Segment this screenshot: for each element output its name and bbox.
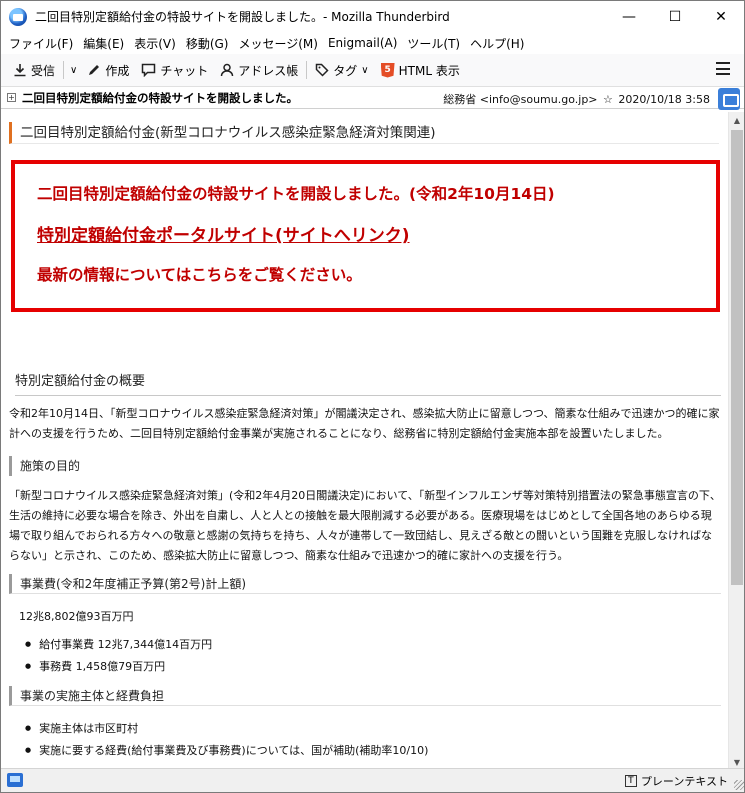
- chat-bubble-icon: [141, 63, 156, 77]
- tag-icon: [315, 63, 329, 77]
- menu-go[interactable]: 移動(G): [181, 35, 234, 52]
- thunderbird-logo-icon: [9, 7, 27, 26]
- tag-button[interactable]: タグ ∨: [309, 57, 374, 83]
- maximize-button[interactable]: ☐: [652, 1, 698, 32]
- menu-help[interactable]: ヘルプ(H): [465, 35, 529, 52]
- menu-view[interactable]: 表示(V): [129, 35, 181, 52]
- toolbar-separator: [306, 61, 308, 79]
- list-item: 事務費 1,458億79百万円: [25, 658, 165, 674]
- entity-heading: 事業の実施主体と経費負担: [9, 686, 721, 706]
- write-button[interactable]: 作成: [81, 57, 135, 83]
- expand-header-icon[interactable]: +: [7, 93, 16, 102]
- thunderbird-window: 二回目特別定額給付金の特設サイトを開設しました。- Mozilla Thunde…: [0, 0, 745, 793]
- announcement-box: 二回目特別定額給付金の特設サイトを開設しました。(令和2年10月14日) 特別定…: [11, 160, 720, 312]
- menu-message[interactable]: メッセージ(M): [233, 35, 322, 52]
- vertical-scrollbar[interactable]: ▲ ▼: [728, 112, 744, 770]
- format-label: プレーンテキスト: [640, 775, 728, 788]
- overview-paragraph: 令和2年10月14日、「新型コロナウイルス感染症緊急経済対策」が閣議決定され、感…: [9, 407, 720, 440]
- scroll-up-arrow-icon[interactable]: ▲: [729, 112, 744, 128]
- html-view-button[interactable]: 5 HTML 表示: [375, 57, 466, 83]
- announcement-latest-info: 最新の情報についてはこちらをご覧ください。: [37, 266, 362, 284]
- message-date: 2020/10/18 3:58: [618, 93, 710, 106]
- chevron-down-icon: ∨: [361, 64, 369, 76]
- scroll-thumb[interactable]: [731, 130, 743, 585]
- message-body: 二回目特別定額給付金(新型コロナウイルス感染症緊急経済対策関連) 二回目特別定額…: [1, 112, 729, 770]
- address-book-button[interactable]: アドレス帳: [214, 57, 304, 83]
- page-heading: 二回目特別定額給付金(新型コロナウイルス感染症緊急経済対策関連): [9, 122, 719, 144]
- html-view-label: HTML 表示: [398, 63, 460, 78]
- menu-tools[interactable]: ツール(T): [402, 35, 465, 52]
- message-header: + 二回目特別定額給付金の特設サイトを開設しました。 総務省 <info@sou…: [1, 87, 744, 110]
- app-menu-icon[interactable]: [716, 62, 730, 75]
- close-button[interactable]: ✕: [698, 1, 744, 32]
- portal-site-link[interactable]: 特別定額給付金ポータルサイト(サイトへリンク): [37, 221, 410, 246]
- announcement-line: 二回目特別定額給付金の特設サイトを開設しました。(令和2年10月14日): [37, 185, 555, 203]
- pencil-icon: [87, 63, 101, 77]
- menu-file[interactable]: ファイル(F): [4, 35, 78, 52]
- purpose-heading: 施策の目的: [9, 456, 721, 476]
- get-messages-label: 受信: [31, 63, 56, 78]
- window-title: 二回目特別定額給付金の特設サイトを開設しました。- Mozilla Thunde…: [35, 10, 450, 24]
- write-label: 作成: [105, 63, 130, 78]
- address-book-label: アドレス帳: [238, 63, 299, 78]
- toolbar-separator: [63, 61, 65, 79]
- plain-text-icon: T: [624, 775, 637, 787]
- overview-heading: 特別定額給付金の概要: [15, 370, 721, 396]
- menu-bar: ファイル(F) 編集(E) 表示(V) 移動(G) メッセージ(M) Enigm…: [1, 32, 744, 54]
- list-item: 給付事業費 12兆7,344億14百万円: [25, 636, 212, 652]
- get-messages-button[interactable]: 受信: [7, 57, 61, 83]
- chat-label: チャット: [160, 63, 209, 78]
- connection-status-icon: [7, 773, 23, 787]
- chat-button[interactable]: チャット: [135, 57, 214, 83]
- message-subject: 二回目特別定額給付金の特設サイトを開設しました。: [22, 90, 298, 105]
- minimize-button[interactable]: —: [606, 1, 652, 32]
- budget-heading: 事業費(令和2年度補正予算(第2号)計上額): [9, 574, 721, 594]
- menu-enigmail[interactable]: Enigmail(A): [323, 36, 402, 50]
- main-toolbar: 受信 ∨ 作成 チャット アドレス帳 タグ ∨ 5 HTML 表示: [1, 54, 744, 87]
- status-bar: T プレーンテキスト: [1, 768, 744, 792]
- menu-edit[interactable]: 編集(E): [78, 35, 129, 52]
- get-messages-dropdown[interactable]: ∨: [66, 57, 81, 83]
- resize-grip-icon[interactable]: [734, 780, 744, 790]
- sender-info: 総務省 <info@soumu.go.jp> ☆ 2020/10/18 3:58: [443, 91, 710, 107]
- budget-total: 12兆8,802億93百万円: [19, 610, 134, 623]
- list-item: 実施主体は市区町村: [25, 720, 138, 736]
- contacts-icon: [220, 63, 234, 77]
- window-controls: — ☐ ✕: [606, 1, 744, 32]
- sender-address[interactable]: 総務省 <info@soumu.go.jp>: [443, 93, 597, 106]
- sender-photo-icon: [718, 88, 740, 110]
- star-icon[interactable]: ☆: [603, 93, 613, 106]
- html5-icon: 5: [380, 62, 395, 78]
- purpose-paragraph: 「新型コロナウイルス感染症緊急経済対策」(令和2年4月20日閣議決定)において、…: [9, 489, 721, 562]
- download-icon: [13, 63, 27, 77]
- title-bar: 二回目特別定額給付金の特設サイトを開設しました。- Mozilla Thunde…: [1, 1, 744, 32]
- tag-label: タグ: [333, 63, 358, 78]
- format-indicator[interactable]: T プレーンテキスト: [624, 773, 728, 789]
- list-item: 実施に要する経費(給付事業費及び事務費)については、国が補助(補助率10/10): [25, 742, 428, 758]
